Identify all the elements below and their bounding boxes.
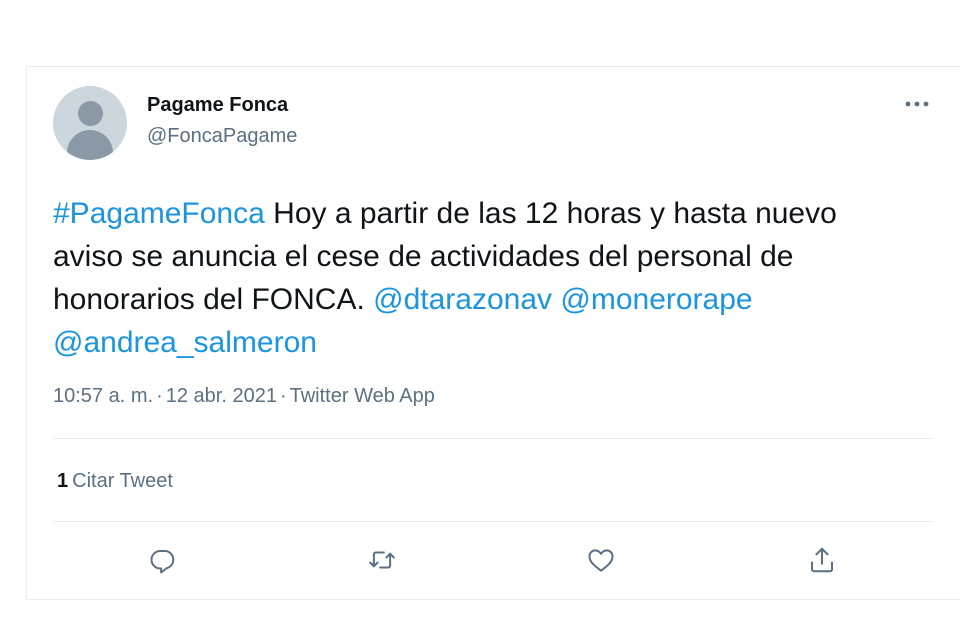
hashtag-link[interactable]: #PagameFonca (53, 197, 265, 230)
meta-separator: · (279, 385, 287, 407)
user-handle[interactable]: @FoncaPagame (147, 125, 297, 148)
tweet-date[interactable]: 12 abr. 2021 (166, 385, 277, 407)
quote-tweets-stat[interactable]: 1 Citar Tweet (57, 470, 173, 493)
more-horizontal-icon (905, 101, 929, 107)
more-options-button[interactable] (899, 89, 935, 119)
retweet-button[interactable] (362, 540, 402, 580)
reply-icon (150, 550, 175, 574)
share-button[interactable] (802, 540, 842, 580)
display-name[interactable]: Pagame Fonca (147, 94, 288, 117)
avatar[interactable] (53, 86, 127, 160)
tweet-card: Pagame Fonca @FoncaPagame #PagameFonca H… (26, 66, 960, 600)
heart-icon (588, 549, 614, 572)
mention-link[interactable]: @monerorape (560, 283, 752, 316)
reply-button[interactable] (143, 540, 183, 580)
meta-separator: · (156, 385, 163, 407)
retweet-icon (369, 551, 395, 569)
quote-label: Citar Tweet (72, 470, 173, 492)
divider (53, 438, 933, 439)
tweet-source[interactable]: Twitter Web App (290, 385, 435, 407)
quote-count: 1 (57, 470, 69, 492)
tweet-time[interactable]: 10:57 a. m. (53, 385, 153, 407)
divider (53, 521, 933, 522)
tweet-text: #PagameFonca Hoy a partir de las 12 hora… (53, 192, 913, 364)
share-icon (811, 547, 833, 573)
avatar-head-shape (78, 101, 103, 126)
tweet-meta: 10:57 a. m. · 12 abr. 2021 · Twitter Web App (53, 385, 435, 408)
like-button[interactable] (581, 540, 621, 580)
avatar-body-shape (67, 130, 113, 160)
mention-link[interactable]: @andrea_salmeron (53, 326, 317, 359)
mention-link[interactable]: @dtarazonav (373, 283, 552, 316)
